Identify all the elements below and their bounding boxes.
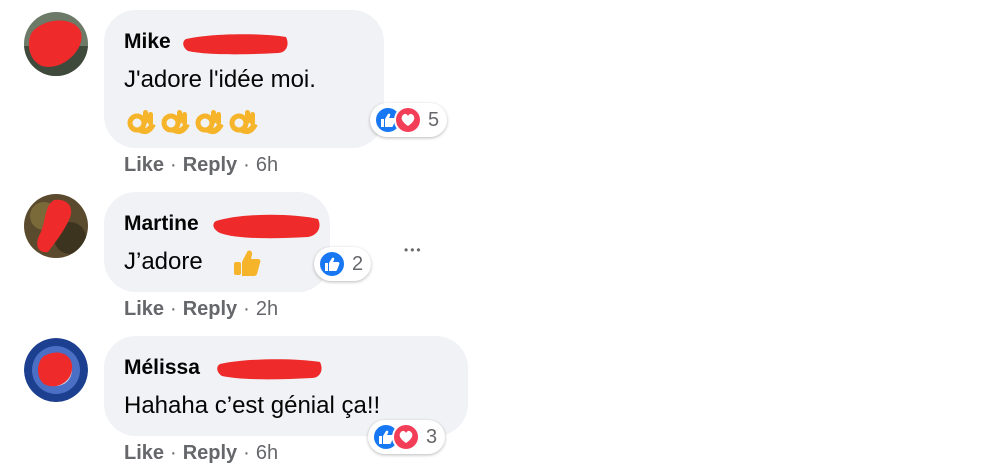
separator: ·	[243, 442, 250, 464]
reaction-count: 5	[428, 108, 440, 131]
comment-text: J'adore l'idée moi.	[124, 66, 316, 93]
love-reaction-icon	[394, 106, 422, 134]
timestamp[interactable]: 6h	[256, 442, 278, 464]
like-button[interactable]: Like	[124, 442, 164, 464]
reply-button[interactable]: Reply	[183, 154, 237, 176]
ok-hand-emoji-icon	[229, 110, 258, 135]
timestamp[interactable]: 2h	[256, 298, 278, 320]
redaction-mark	[213, 214, 320, 239]
love-reaction-icon	[392, 423, 420, 451]
thumbs-up-emoji-icon	[234, 250, 261, 276]
redaction-mark	[217, 359, 322, 380]
separator: ·	[170, 154, 177, 176]
ok-hand-emoji-icon	[195, 110, 224, 135]
ok-hand-emoji-icon	[161, 110, 190, 135]
reply-button[interactable]: Reply	[183, 442, 237, 464]
emoji-row	[126, 106, 258, 136]
avatar[interactable]	[24, 12, 88, 76]
commenter-name[interactable]: Mike	[124, 30, 171, 54]
comment-actions: Like · Reply · 6h	[124, 154, 278, 177]
separator: ·	[170, 298, 177, 320]
like-button[interactable]: Like	[124, 298, 164, 320]
comment-bubble: Martine J’adore	[104, 192, 330, 292]
commenter-name[interactable]: Mélissa	[124, 356, 200, 380]
reply-button[interactable]: Reply	[183, 298, 237, 320]
like-reaction-icon	[318, 250, 346, 278]
comment-actions: Like · Reply · 6h	[124, 442, 278, 465]
separator: ·	[170, 442, 177, 464]
reaction-count: 3	[426, 425, 438, 448]
comment-bubble: Mike J'adore l'idée moi.	[104, 10, 384, 148]
like-button[interactable]: Like	[124, 154, 164, 176]
commenter-name[interactable]: Martine	[124, 212, 199, 236]
avatar[interactable]	[24, 338, 88, 402]
comment-text: J’adore	[124, 248, 203, 275]
timestamp[interactable]: 6h	[256, 154, 278, 176]
more-options-button[interactable]: •••	[404, 240, 423, 257]
comment-actions: Like · Reply · 2h	[124, 298, 278, 321]
avatar[interactable]	[24, 194, 88, 258]
ok-hand-emoji-icon	[127, 110, 156, 135]
separator: ·	[243, 298, 250, 320]
reactions-summary[interactable]: 2	[314, 247, 372, 281]
reaction-count: 2	[352, 252, 364, 275]
reactions-summary[interactable]: 5	[370, 103, 448, 137]
redaction-mark	[183, 34, 288, 55]
more-icon: •••	[404, 243, 423, 257]
comment-text: Hahaha c’est génial ça!!	[124, 392, 381, 419]
separator: ·	[243, 154, 250, 176]
reactions-summary[interactable]: 3	[368, 420, 446, 454]
